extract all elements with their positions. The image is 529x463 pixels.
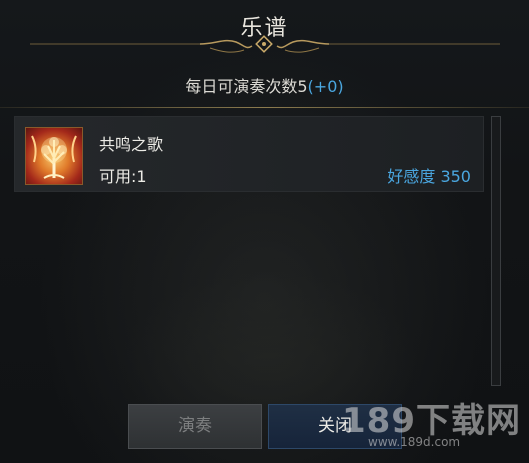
song-name: 共鸣之歌 — [99, 135, 164, 154]
title-ornament-icon — [30, 35, 500, 53]
list-item[interactable]: 共鸣之歌 可用:1 好感度 350 — [14, 116, 484, 192]
daily-play-count: 每日可演奏次数5(+0) — [0, 73, 529, 97]
daily-play-count-label: 每日可演奏次数5 — [185, 77, 308, 96]
song-usable-count: 可用:1 — [99, 167, 147, 186]
watermark-url: www.189d.com — [368, 435, 461, 449]
golden-tree-icon — [25, 127, 83, 185]
list-scrollbar[interactable] — [491, 116, 501, 386]
daily-play-count-bonus: (+0) — [307, 77, 344, 96]
watermark: 189下载网 www.189d.com — [342, 393, 522, 453]
song-list: 共鸣之歌 可用:1 好感度 350 — [14, 116, 484, 386]
divider — [0, 107, 529, 108]
song-affinity: 好感度 350 — [387, 167, 471, 186]
play-button[interactable]: 演奏 — [128, 404, 262, 449]
song-sheet-dialog: 乐谱 每日可演奏次数5(+0) 共鸣之歌 可用:1 好感度 350 演奏 关闭 … — [0, 0, 529, 463]
